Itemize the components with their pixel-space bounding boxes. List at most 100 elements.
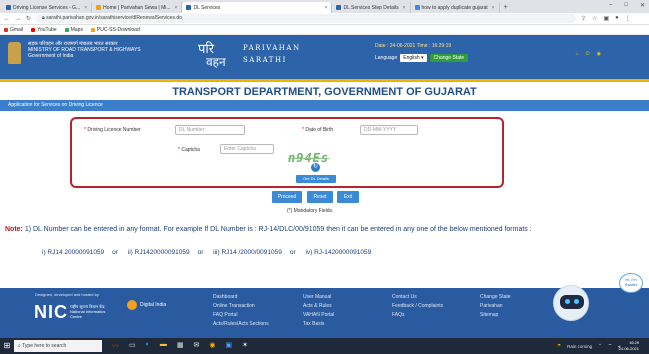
tab-label: how to apply duplicate gujarat xyxy=(421,4,488,11)
reset-button[interactable]: Reset xyxy=(307,191,333,203)
browser-tab[interactable]: DL Services Step Details × xyxy=(332,2,411,13)
change-state-button[interactable]: Change State xyxy=(429,54,469,62)
bookmark-label: YouTube xyxy=(37,26,57,33)
close-window-icon[interactable]: ✕ xyxy=(640,2,645,9)
browser-tab-active[interactable]: DL Services × xyxy=(182,2,333,13)
windows-start-icon[interactable]: ⊞ xyxy=(0,338,14,354)
bookmark-label: Maps xyxy=(70,26,83,33)
language-row: Language English ▾ Change State xyxy=(375,54,469,62)
date-time: Date : 24-06-2021 Time : 16:29:19 xyxy=(375,43,452,49)
logout-icon[interactable]: ⏻ xyxy=(586,51,590,57)
footer-column-1: Dashboard Online Transaction FAQ Portal … xyxy=(213,293,269,329)
digital-india-text: Digital India xyxy=(140,302,167,308)
chrome-icon[interactable]: ◉ xyxy=(209,341,215,351)
taskbar-clock[interactable]: 16:29 24-06-2021 xyxy=(619,340,639,352)
star-icon[interactable]: ☆ xyxy=(592,15,597,22)
footer-link[interactable]: Dashboard xyxy=(213,293,269,302)
favicon-icon xyxy=(186,5,192,10)
footer-link[interactable]: User Manual xyxy=(303,293,334,302)
dl-format-note: Note: 1) DL Number can be entered in any… xyxy=(5,225,645,234)
edge-icon[interactable]: ◐ xyxy=(146,341,150,351)
footer-link[interactable]: Online Transaction xyxy=(213,302,269,311)
back-icon[interactable]: ← xyxy=(4,16,10,22)
digital-india-logo[interactable]: Digital India xyxy=(127,300,187,310)
bookmarks-bar: Gmail YouTube Maps PUC-SS-Download xyxy=(0,25,649,35)
file-explorer-icon[interactable]: ▬ xyxy=(160,341,167,351)
dl-number-input[interactable]: DL Number xyxy=(175,125,245,135)
bookmark-maps[interactable]: Maps xyxy=(64,26,83,33)
mail-icon[interactable]: ✉ xyxy=(193,341,199,351)
reload-icon[interactable]: ↻ xyxy=(26,15,31,22)
maps-icon xyxy=(64,27,69,32)
or-separator: or xyxy=(289,249,296,256)
footer-link[interactable]: FAQs xyxy=(392,311,443,320)
section-header: Application for Services on Driving Lice… xyxy=(0,100,649,111)
bookmark-puc[interactable]: PUC-SS-Download xyxy=(90,26,140,33)
close-icon[interactable]: × xyxy=(403,5,406,11)
footer-link[interactable]: Acts/Rules/Acts Sections xyxy=(213,320,269,329)
minimize-icon[interactable]: – xyxy=(609,2,612,9)
browser-tab[interactable]: Home | Parivahan Sewa | Mi... × xyxy=(92,2,183,13)
footer-link[interactable]: Sitemap xyxy=(480,311,511,320)
dob-input[interactable]: DD-MM-YYYY xyxy=(360,125,418,135)
task-view-icon[interactable]: ▭ xyxy=(129,341,136,351)
footer-column-3: Contact Us Feedback / Complaints FAQs xyxy=(392,293,443,320)
close-icon[interactable]: × xyxy=(175,5,178,11)
header-icons: ⌂ ⏻ ◉ xyxy=(576,51,601,57)
url-field[interactable]: 🔒︎ sarathi.parivahan.gov.in/sarathiservi… xyxy=(36,14,577,23)
footer-link[interactable]: Contact Us xyxy=(392,293,443,302)
site-footer: Designed, developed and hosted by NIC रा… xyxy=(0,288,649,338)
bookmark-youtube[interactable]: YouTube xyxy=(31,27,57,33)
footer-link[interactable]: Feedback / Complaints xyxy=(392,302,443,311)
app-icon[interactable]: ✶ xyxy=(242,341,248,351)
chatbot-greeting-bubble[interactable]: Hi, I'm Saarthi xyxy=(619,273,643,293)
close-icon[interactable]: × xyxy=(492,5,495,11)
forward-icon[interactable]: → xyxy=(15,16,21,22)
footer-link[interactable]: Tax Basis xyxy=(303,320,334,329)
favicon-icon xyxy=(414,5,420,10)
maximize-icon[interactable]: □ xyxy=(624,2,628,9)
network-icon[interactable]: ⌔ xyxy=(608,343,612,349)
browser-tab-bar: Driving License Services - G... × Home | … xyxy=(0,0,649,13)
format-example: ii) RJ1420000091059 xyxy=(127,249,190,256)
share-icon[interactable]: ⇪ xyxy=(581,15,586,22)
language-label: Language xyxy=(375,55,398,61)
favicon-icon xyxy=(336,5,342,10)
footer-link[interactable]: FAQ Portal xyxy=(213,311,269,320)
get-dl-details-button[interactable]: Get DL Details xyxy=(296,175,336,183)
bookmark-gmail[interactable]: Gmail xyxy=(4,27,23,33)
store-icon[interactable]: ▦ xyxy=(177,341,184,351)
sarathi-text: SARATHI xyxy=(243,56,287,64)
parivahan-logo[interactable]: परि वहन PARIVAHAN SARATHI xyxy=(198,39,301,69)
bookmark-label: PUC-SS-Download xyxy=(96,26,140,33)
footer-link[interactable]: Change State xyxy=(480,293,511,302)
browser-tab[interactable]: how to apply duplicate gujarat × xyxy=(411,2,500,13)
tab-label: Driving License Services - G... xyxy=(13,4,81,11)
browser-tab[interactable]: Driving License Services - G... × xyxy=(2,2,93,13)
format-example: iv) RJ-1420000091059 xyxy=(305,249,372,256)
dob-label: * Date of Birth xyxy=(302,127,333,133)
menu-icon[interactable]: ⋮ xyxy=(625,15,631,22)
weather-text[interactable]: Rain coming xyxy=(567,344,592,349)
extensions-icon[interactable]: ▣ xyxy=(603,15,609,22)
footer-link[interactable]: Parivahan xyxy=(480,302,511,311)
close-icon[interactable]: × xyxy=(325,5,328,11)
captcha-input[interactable]: Enter Captcha xyxy=(220,144,274,154)
footer-link[interactable]: Acts & Rules xyxy=(303,302,334,311)
accessibility-icon[interactable]: ◉ xyxy=(597,51,601,57)
new-tab-button[interactable]: + xyxy=(504,2,508,13)
exit-button[interactable]: Exit xyxy=(337,191,359,203)
favicon-icon xyxy=(6,5,11,10)
language-select[interactable]: English ▾ xyxy=(400,54,427,62)
tab-label: DL Services xyxy=(193,4,221,11)
chatbot-robot-icon[interactable] xyxy=(553,285,589,321)
refresh-captcha-icon[interactable]: ↻ xyxy=(311,163,320,172)
profile-icon[interactable]: ● xyxy=(615,15,619,22)
home-icon[interactable]: ⌂ xyxy=(576,51,579,57)
app-icon[interactable]: ▣ xyxy=(225,341,232,351)
tray-arrow-icon[interactable]: ⌃ xyxy=(598,343,602,349)
close-icon[interactable]: × xyxy=(84,5,87,11)
taskbar-search[interactable]: ⌕ Type here to search xyxy=(14,340,102,352)
proceed-button[interactable]: Proceed xyxy=(272,191,302,203)
footer-link[interactable]: VAHAN Portal xyxy=(303,311,334,320)
